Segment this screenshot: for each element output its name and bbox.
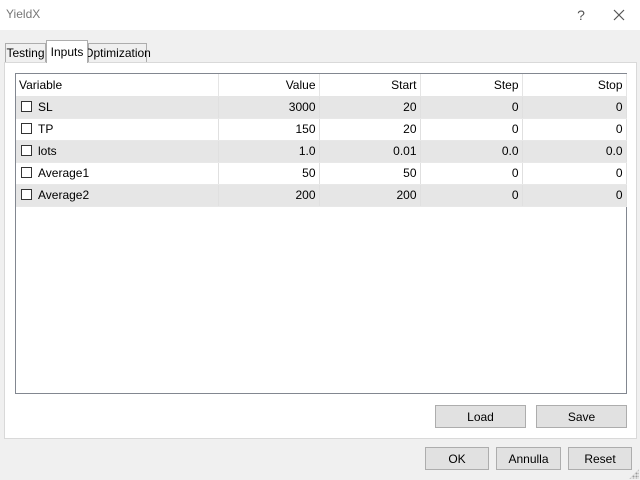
column-header-start[interactable]: Start	[319, 74, 421, 97]
header-row: Variable Value Start Step Stop	[16, 74, 627, 97]
row-checkbox[interactable]	[21, 167, 32, 178]
stop-cell[interactable]: 0	[522, 162, 627, 185]
help-button[interactable]: ?	[564, 0, 598, 30]
table-row[interactable]: Average2 200 200 0 0	[16, 184, 627, 207]
column-header-value[interactable]: Value	[218, 74, 320, 97]
variable-name: TP	[38, 122, 54, 136]
variable-cell: SL	[16, 96, 219, 119]
stop-cell[interactable]: 0	[522, 118, 627, 141]
window-title: YieldX	[6, 7, 41, 21]
start-cell[interactable]: 200	[319, 184, 421, 207]
variable-name: Average2	[38, 188, 90, 202]
start-cell[interactable]: 20	[319, 96, 421, 119]
row-checkbox[interactable]	[21, 145, 32, 156]
row-checkbox[interactable]	[21, 189, 32, 200]
ok-button[interactable]: OK	[425, 447, 489, 470]
stop-cell[interactable]: 0	[522, 184, 627, 207]
column-header-variable[interactable]: Variable	[16, 74, 219, 97]
variable-name: SL	[38, 100, 53, 114]
variable-cell: lots	[16, 140, 219, 163]
table-row[interactable]: SL 3000 20 0 0	[16, 96, 627, 119]
table-row[interactable]: lots 1.0 0.01 0.0 0.0	[16, 140, 627, 163]
row-checkbox[interactable]	[21, 101, 32, 112]
step-cell[interactable]: 0	[420, 118, 523, 141]
tab-inputs[interactable]: Inputs	[46, 40, 88, 63]
stop-cell[interactable]: 0.0	[522, 140, 627, 163]
value-cell[interactable]: 3000	[218, 96, 320, 119]
value-cell[interactable]: 50	[218, 162, 320, 185]
start-cell[interactable]: 20	[319, 118, 421, 141]
table-row[interactable]: Average1 50 50 0 0	[16, 162, 627, 185]
value-cell[interactable]: 200	[218, 184, 320, 207]
save-button[interactable]: Save	[536, 405, 627, 428]
value-cell[interactable]: 150	[218, 118, 320, 141]
title-bar: YieldX ?	[0, 0, 640, 30]
variable-name: lots	[38, 144, 57, 158]
inputs-panel: Variable Value Start Step Stop SL 3000 2…	[4, 62, 637, 439]
table-row[interactable]: TP 150 20 0 0	[16, 118, 627, 141]
close-icon	[613, 9, 625, 21]
row-checkbox[interactable]	[21, 123, 32, 134]
stop-cell[interactable]: 0	[522, 96, 627, 119]
step-cell[interactable]: 0.0	[420, 140, 523, 163]
start-cell[interactable]: 50	[319, 162, 421, 185]
reset-button[interactable]: Reset	[568, 447, 632, 470]
step-cell[interactable]: 0	[420, 162, 523, 185]
resize-grip-icon[interactable]	[629, 469, 639, 479]
column-header-step[interactable]: Step	[420, 74, 523, 97]
inputs-table: Variable Value Start Step Stop SL 3000 2…	[16, 74, 627, 207]
load-button[interactable]: Load	[435, 405, 526, 428]
variable-cell: Average1	[16, 162, 219, 185]
tab-testing[interactable]: Testing	[5, 43, 46, 62]
value-cell[interactable]: 1.0	[218, 140, 320, 163]
variable-cell: Average2	[16, 184, 219, 207]
close-button[interactable]	[602, 0, 636, 30]
variable-name: Average1	[38, 166, 90, 180]
help-icon: ?	[577, 7, 585, 23]
step-cell[interactable]: 0	[420, 96, 523, 119]
variable-cell: TP	[16, 118, 219, 141]
column-header-stop[interactable]: Stop	[522, 74, 627, 97]
inputs-grid: Variable Value Start Step Stop SL 3000 2…	[15, 73, 627, 394]
cancel-button[interactable]: Annulla	[496, 447, 561, 470]
step-cell[interactable]: 0	[420, 184, 523, 207]
tab-optimization[interactable]: Optimization	[84, 43, 151, 62]
start-cell[interactable]: 0.01	[319, 140, 421, 163]
